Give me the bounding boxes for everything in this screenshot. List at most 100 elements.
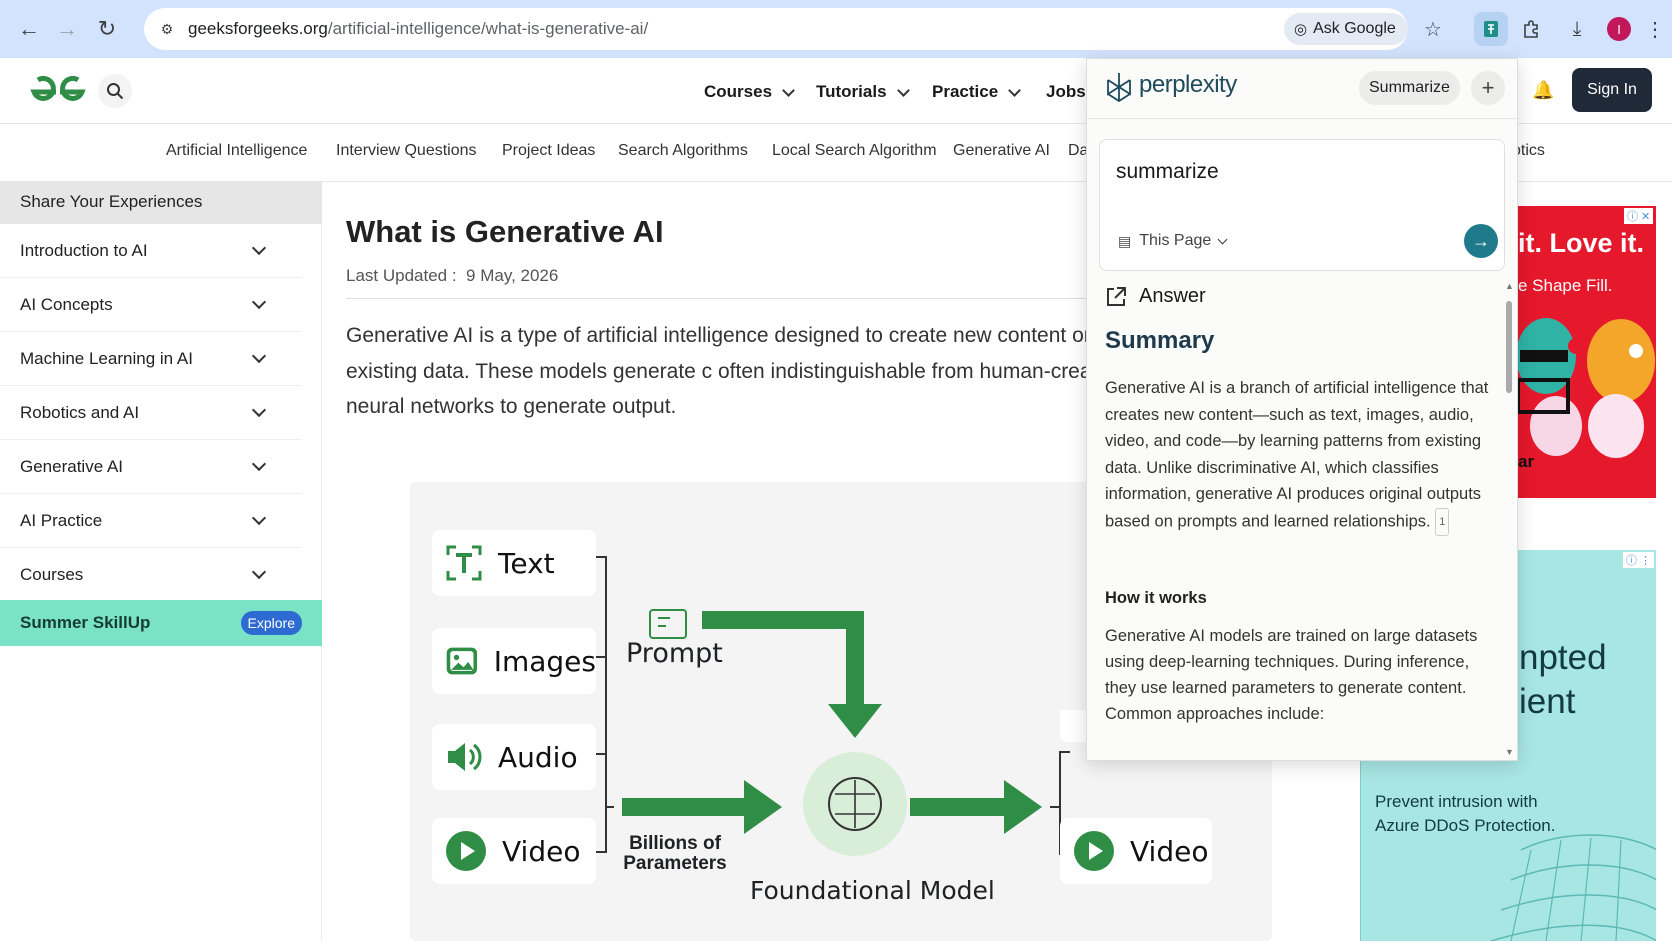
download-icon[interactable]: ⤓: [1562, 14, 1592, 44]
chevron-down-icon: [251, 402, 267, 417]
subnav-item[interactable]: Search Algorithms: [618, 142, 748, 160]
external-link-icon: [1107, 286, 1126, 306]
url-text[interactable]: geeksforgeeks.org/artificial-intelligenc…: [188, 19, 648, 39]
citation-badge[interactable]: 1: [1435, 507, 1450, 536]
gfg-logo[interactable]: [28, 72, 88, 113]
browser-menu-icon[interactable]: ⋮: [1640, 14, 1670, 44]
chevron-down-icon: [251, 456, 267, 471]
extensions-puzzle-icon[interactable]: [1516, 14, 1546, 44]
chevron-down-icon: [896, 83, 910, 97]
new-thread-plus-icon[interactable]: +: [1471, 71, 1505, 105]
ad-headline: ient: [1519, 682, 1576, 721]
explore-button[interactable]: Explore: [240, 611, 302, 635]
lens-icon: ◎: [1294, 21, 1308, 38]
notification-bell-icon[interactable]: 🔔: [1532, 80, 1554, 101]
menu-courses[interactable]: Courses: [704, 82, 795, 102]
last-updated: Last Updated : 9 May, 2026: [346, 266, 559, 285]
subnav-item[interactable]: Artificial Intelligence: [166, 142, 307, 160]
site-info-icon[interactable]: ⚙: [156, 18, 178, 40]
menu-tutorials[interactable]: Tutorials: [816, 82, 910, 102]
sidebar-item-robotics[interactable]: Robotics and AI: [0, 386, 302, 440]
chevron-down-icon: [251, 510, 267, 525]
prompt-label: Prompt: [626, 638, 723, 669]
subnav-item[interactable]: Project Ideas: [502, 142, 595, 160]
ad-info-icon[interactable]: ⓘ ✕: [1624, 208, 1654, 224]
model-label: Foundational Model: [750, 876, 995, 905]
parameters-label: Billions of Parameters: [623, 833, 727, 874]
scrollbar-thumb[interactable]: [1506, 301, 1512, 393]
forward-icon[interactable]: →: [52, 14, 82, 44]
subnav-item[interactable]: Generative AI: [953, 142, 1050, 160]
sidebar: Share Your Experiences Introduction to A…: [0, 182, 322, 941]
ask-google-label: Ask Google: [1313, 20, 1396, 37]
profile-avatar[interactable]: I: [1604, 14, 1634, 44]
chevron-down-icon: [782, 83, 795, 97]
perplexity-panel: perplexity Summarize + summarize ▤ This …: [1086, 58, 1518, 761]
page-title: What is Generative AI: [346, 214, 664, 249]
chevron-down-icon: [251, 564, 267, 579]
sidebar-item-genai[interactable]: Generative AI: [0, 440, 302, 494]
reload-icon[interactable]: ↻: [92, 14, 122, 44]
perplexity-header: perplexity Summarize +: [1087, 59, 1517, 119]
menu-practice[interactable]: Practice: [932, 82, 1022, 102]
menu-jobs[interactable]: Jobs: [1046, 82, 1086, 102]
chevron-down-icon: [1008, 83, 1022, 97]
butterfly-graphic: [1516, 318, 1655, 458]
send-arrow-icon[interactable]: →: [1464, 224, 1498, 258]
sidebar-item-courses[interactable]: Courses: [0, 548, 302, 602]
ad-subline: e Shape Fill.: [1518, 276, 1613, 295]
search-icon[interactable]: [98, 74, 132, 108]
ad-headline: it. Love it.: [1518, 228, 1645, 258]
summary-heading: Summary: [1105, 327, 1215, 354]
panel-scrollbar[interactable]: ▲ ▼: [1505, 281, 1514, 760]
play-icon: [1074, 831, 1114, 871]
browser-toolbar: ← → ↻ ⚙ geeksforgeeks.org/artificial-int…: [0, 0, 1672, 58]
how-it-works-text: Generative AI models are trained on larg…: [1105, 627, 1478, 723]
sidebar-item-label: Introduction to AI: [20, 240, 148, 260]
summer-skillup-promo[interactable]: Summer SkillUp Explore: [0, 600, 322, 646]
ad-body: Prevent intrusion with Azure DDoS Protec…: [1375, 792, 1556, 835]
ad-info-icon[interactable]: ⓘ ⋮: [1623, 552, 1655, 568]
sidebar-item-ml[interactable]: Machine Learning in AI: [0, 332, 302, 386]
sign-in-button[interactable]: Sign In: [1572, 68, 1652, 112]
chevron-down-icon: [251, 240, 267, 255]
sidebar-item-label: Courses: [20, 564, 84, 584]
scope-label: This Page: [1139, 232, 1212, 249]
sidebar-item-practice[interactable]: AI Practice: [0, 494, 302, 548]
profile-initial: I: [1607, 17, 1631, 41]
output-label: Video: [1130, 834, 1209, 868]
bookmark-star-icon[interactable]: ☆: [1418, 14, 1448, 44]
ad-fragment: ar: [1518, 452, 1535, 471]
scope-selector[interactable]: ▤ This Page: [1118, 232, 1228, 250]
ask-google-button[interactable]: ◎ Ask Google: [1284, 13, 1408, 45]
perplexity-brand: perplexity: [1139, 71, 1237, 98]
subnav-item[interactable]: Interview Questions: [336, 142, 477, 160]
query-input[interactable]: summarize ▤ This Page →: [1099, 139, 1505, 271]
summarize-button[interactable]: Summarize: [1359, 71, 1460, 105]
back-icon[interactable]: ←: [14, 14, 44, 44]
perplexity-extension-icon[interactable]: [1474, 12, 1508, 46]
sidebar-item-label: Machine Learning in AI: [20, 348, 193, 368]
page-icon: ▤: [1118, 232, 1132, 249]
advertisement[interactable]: it. Love it. e Shape Fill. ar ⓘ ✕: [1516, 206, 1656, 498]
chevron-down-icon: [251, 348, 267, 363]
scroll-up-icon[interactable]: ▲: [1505, 281, 1514, 291]
scroll-down-icon[interactable]: ▼: [1505, 747, 1514, 757]
answer-heading: Answer: [1105, 285, 1206, 308]
output-video-box: Video: [1060, 818, 1212, 884]
share-experiences-link[interactable]: Share Your Experiences: [0, 182, 322, 224]
sidebar-item-label: Generative AI: [20, 456, 124, 476]
summary-text: Generative AI is a branch of artificial …: [1105, 375, 1491, 536]
chevron-down-icon: [251, 294, 267, 309]
sidebar-item-concepts[interactable]: AI Concepts: [0, 278, 302, 332]
article-paragraph: Generative AI is a type of artificial in…: [346, 324, 1086, 418]
sidebar-item-label: Robotics and AI: [20, 402, 140, 422]
sidebar-item-label: AI Practice: [20, 510, 103, 530]
address-bar[interactable]: ⚙ geeksforgeeks.org/artificial-intellige…: [144, 8, 1408, 50]
sidebar-item-intro[interactable]: Introduction to AI: [0, 224, 302, 278]
divider: [346, 298, 1106, 299]
how-it-works-heading: How it works: [1105, 589, 1207, 607]
perplexity-logo-icon: [1107, 73, 1131, 103]
query-text[interactable]: summarize: [1116, 160, 1219, 184]
subnav-item[interactable]: Local Search Algorithm: [772, 142, 937, 160]
